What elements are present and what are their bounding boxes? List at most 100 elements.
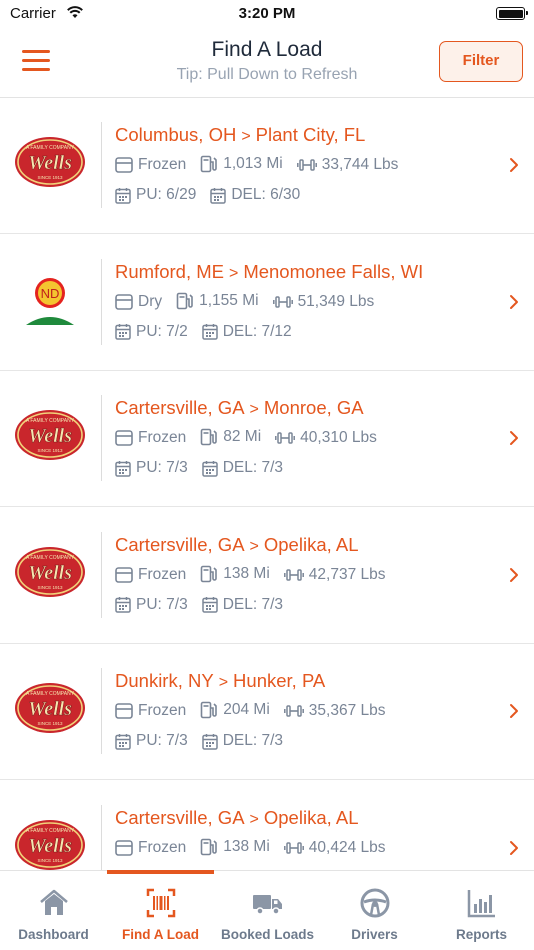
svg-text:Wells: Wells xyxy=(28,698,72,720)
trailer-icon xyxy=(115,430,133,446)
route: Cartersville, GA > Monroe, GA xyxy=(115,397,364,419)
tab-dashboard[interactable]: Dashboard xyxy=(0,871,107,950)
tab-label: Find A Load xyxy=(122,927,199,942)
route: Columbus, OH > Plant City, FL xyxy=(115,124,365,146)
chevron-right-icon[interactable] xyxy=(508,293,520,311)
chevron-right-icon[interactable] xyxy=(508,156,520,174)
calendar-icon xyxy=(201,324,218,340)
svg-text:Wells: Wells xyxy=(28,152,72,174)
tab-label: Drivers xyxy=(351,927,398,942)
chevron-right-icon[interactable] xyxy=(508,702,520,720)
trailer-type: Frozen xyxy=(138,565,187,583)
fuel-pump-icon xyxy=(176,292,193,309)
svg-text:A FAMILY COMPANY: A FAMILY COMPANY xyxy=(26,145,75,151)
origin: Columbus, OH xyxy=(115,124,237,145)
origin: Cartersville, GA xyxy=(115,533,245,555)
tab-booked-loads[interactable]: Booked Loads xyxy=(214,871,321,950)
weight: 51,349 Lbs xyxy=(297,292,375,310)
trailer-icon xyxy=(115,157,133,173)
chevron-right-icon[interactable] xyxy=(508,429,520,447)
delivery-date: DEL: 6/30 xyxy=(231,186,301,203)
svg-text:SINCE 1913: SINCE 1913 xyxy=(37,858,63,863)
load-card[interactable]: A FAMILY COMPANY Wells SINCE 1913 Cartersvi… xyxy=(0,371,534,507)
clock: 3:20 PM xyxy=(238,5,296,22)
card-divider xyxy=(101,395,102,481)
fuel-pump-icon xyxy=(200,701,218,719)
svg-text:SINCE 1913: SINCE 1913 xyxy=(37,721,63,726)
distance: 1,155 Mi xyxy=(199,291,259,309)
pickup-date: PU: 7/3 xyxy=(136,732,188,749)
tab-drivers[interactable]: Drivers xyxy=(321,871,428,950)
svg-text:A FAMILY COMPANY: A FAMILY COMPANY xyxy=(26,691,75,697)
route-arrow-icon: > xyxy=(228,264,239,282)
weight: 40,310 Lbs xyxy=(300,429,377,446)
origin: Dunkirk, NY xyxy=(115,670,214,691)
load-dates: PU: 7/3 DEL: 7/3 xyxy=(115,596,297,619)
svg-text:A FAMILY COMPANY: A FAMILY COMPANY xyxy=(26,828,75,834)
load-card[interactable]: ND Rumford, ME > Menomonee Falls, WI Dry 1,15… xyxy=(0,235,534,371)
route: Cartersville, GA > Opelika, AL xyxy=(115,807,359,829)
calendar-icon xyxy=(115,460,131,477)
trailer-icon xyxy=(115,566,133,583)
distance: 204 Mi xyxy=(223,701,270,718)
destination: Hunker, PA xyxy=(233,670,326,691)
fuel-pump-icon xyxy=(200,155,218,173)
home-icon xyxy=(40,889,68,915)
svg-text:Wells: Wells xyxy=(28,425,72,447)
header: Find A Load Tip: Pull Down to Refresh Fi… xyxy=(0,28,534,98)
weight: 42,737 Lbs xyxy=(308,565,386,583)
tab-label: Reports xyxy=(455,927,507,942)
wells-logo: A FAMILY COMPANYWellsSINCE 1913 xyxy=(15,410,85,460)
filter-button[interactable]: Filter xyxy=(439,41,523,82)
svg-text:Wells: Wells xyxy=(28,562,72,584)
load-details: Frozen 82 Mi 40,310 Lbs xyxy=(115,428,391,451)
dumbbell-icon xyxy=(283,568,304,581)
weight: 33,744 Lbs xyxy=(321,156,399,173)
load-dates: PU: 7/2 DEL: 7/12 xyxy=(115,323,306,346)
chevron-right-icon[interactable] xyxy=(508,566,520,584)
chevron-right-icon[interactable] xyxy=(508,839,520,857)
dumbbell-icon xyxy=(283,705,304,717)
status-bar: Carrier 3:20 PM xyxy=(0,0,534,28)
calendar-icon xyxy=(115,733,131,750)
bar-chart-icon xyxy=(467,890,495,918)
svg-text:SINCE 1913: SINCE 1913 xyxy=(37,448,63,453)
distance: 82 Mi xyxy=(223,428,262,445)
destination: Menomonee Falls, WI xyxy=(243,260,424,282)
pickup-date: PU: 7/3 xyxy=(136,595,188,613)
load-card[interactable]: A FAMILY COMPANY Wells SINCE 1913 Cartersvi… xyxy=(0,781,534,870)
trailer-icon xyxy=(115,703,133,719)
fuel-pump-icon xyxy=(200,838,218,855)
load-dates: PU: 7/3 DEL: 7/3 xyxy=(115,459,297,482)
load-card[interactable]: A FAMILY COMPANY Wells SINCE 1913 Dunkirk, … xyxy=(0,644,534,780)
svg-text:A FAMILY COMPANY: A FAMILY COMPANY xyxy=(26,418,75,424)
wells-logo: A FAMILY COMPANYWellsSINCE 1913 xyxy=(15,546,85,597)
wells-logo: A FAMILY COMPANYWellsSINCE 1913 xyxy=(15,137,85,187)
destination: Plant City, FL xyxy=(255,124,366,145)
load-card[interactable]: A FAMILY COMPANY Wells SINCE 1913 Columbus,… xyxy=(0,98,534,234)
route-arrow-icon: > xyxy=(249,810,259,828)
dumbbell-icon xyxy=(272,295,293,308)
calendar-icon xyxy=(201,597,218,613)
route-arrow-icon: > xyxy=(249,401,259,418)
route: Dunkirk, NY > Hunker, PA xyxy=(115,670,325,692)
load-card[interactable]: A FAMILY COMPANY Wells SINCE 1913 Cartersvi… xyxy=(0,508,534,644)
delivery-date: DEL: 7/3 xyxy=(222,595,284,613)
svg-text:Wells: Wells xyxy=(28,835,72,857)
card-divider xyxy=(101,122,102,208)
fuel-pump-icon xyxy=(200,428,218,446)
tab-find-a-load[interactable]: Find A Load xyxy=(107,871,214,950)
route-arrow-icon: > xyxy=(218,674,229,691)
destination: Opelika, AL xyxy=(263,806,359,828)
card-divider xyxy=(101,531,102,618)
load-list[interactable]: A FAMILY COMPANY Wells SINCE 1913 Columbus,… xyxy=(0,98,534,870)
route-arrow-icon: > xyxy=(241,128,251,145)
truck-icon xyxy=(253,895,282,915)
tab-label: Dashboard xyxy=(18,927,89,942)
svg-text:SINCE 1913: SINCE 1913 xyxy=(37,175,63,180)
trailer-type: Frozen xyxy=(138,838,187,856)
dumbbell-icon xyxy=(296,159,317,171)
route-arrow-icon: > xyxy=(249,537,259,555)
tab-reports[interactable]: Reports xyxy=(428,871,534,950)
trailer-type: Frozen xyxy=(138,156,187,173)
